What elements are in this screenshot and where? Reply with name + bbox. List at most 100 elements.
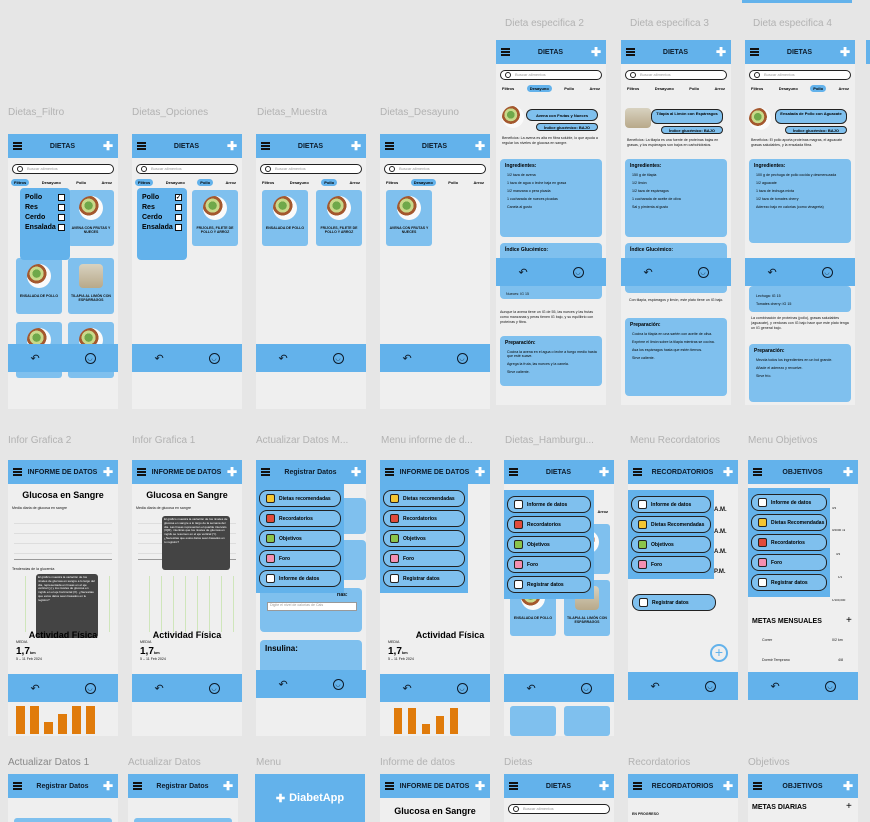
chip-pollo[interactable]: Pollo bbox=[197, 179, 214, 186]
menu-item[interactable]: Objetivos bbox=[507, 536, 591, 553]
user-icon[interactable]: ◡ bbox=[704, 680, 716, 692]
menu-icon[interactable] bbox=[633, 468, 642, 476]
dish-card[interactable]: ENSALADA DE POLLO bbox=[262, 190, 308, 246]
back-icon[interactable]: ↶ bbox=[278, 352, 287, 365]
menu-item[interactable]: Registrar datos bbox=[507, 576, 591, 593]
search-input[interactable]: Buscar alimentos bbox=[625, 70, 727, 80]
back-icon[interactable]: ↶ bbox=[154, 682, 163, 695]
back-icon[interactable]: ↶ bbox=[402, 352, 411, 365]
dish-card[interactable]: AVENA CON FRUTAS Y NUECES bbox=[386, 190, 432, 246]
menu-item[interactable]: Registrar datos bbox=[632, 594, 716, 611]
menu-item[interactable]: Foro bbox=[751, 554, 827, 571]
cross-icon[interactable]: ✚ bbox=[351, 140, 361, 152]
user-icon[interactable]: ◡ bbox=[208, 352, 220, 364]
chip-filtros[interactable]: Filtros bbox=[624, 85, 642, 92]
menu-icon[interactable] bbox=[509, 782, 518, 790]
menu-icon[interactable] bbox=[633, 782, 642, 790]
user-icon[interactable]: ◡ bbox=[84, 352, 96, 364]
chip-desayuno[interactable]: Desayuno bbox=[163, 179, 188, 186]
back-icon[interactable]: ↶ bbox=[278, 678, 287, 691]
user-icon[interactable]: ◡ bbox=[456, 352, 468, 364]
filter-option[interactable]: Res bbox=[25, 204, 65, 211]
search-input[interactable]: Buscar alimentos bbox=[260, 164, 362, 174]
user-icon[interactable]: ◡ bbox=[824, 680, 836, 692]
cross-icon[interactable]: ✚ bbox=[351, 466, 361, 478]
checkbox[interactable] bbox=[58, 204, 65, 211]
search-input[interactable]: Buscar alimentos bbox=[136, 164, 238, 174]
back-icon[interactable]: ↶ bbox=[518, 266, 527, 279]
menu-item[interactable]: Foro bbox=[259, 550, 341, 567]
menu-icon[interactable] bbox=[261, 468, 270, 476]
chip-filtros[interactable]: Filtros bbox=[259, 179, 277, 186]
dish-card[interactable]: TILAPIA AL LIMÓN CON ESPÁRRAGOS bbox=[68, 258, 114, 314]
user-icon[interactable]: ◡ bbox=[572, 266, 584, 278]
chip-arroz[interactable]: Arroz bbox=[836, 85, 852, 92]
filter-option[interactable]: Cerdo bbox=[142, 214, 182, 221]
dish-card[interactable]: ENSALADA DE POLLO bbox=[16, 258, 62, 314]
user-icon[interactable]: ◡ bbox=[208, 682, 220, 694]
user-icon[interactable]: ◡ bbox=[456, 682, 468, 694]
menu-icon[interactable] bbox=[261, 142, 270, 150]
checkbox[interactable] bbox=[58, 194, 65, 201]
cross-icon[interactable]: ✚ bbox=[103, 466, 113, 478]
back-icon[interactable]: ↶ bbox=[402, 682, 411, 695]
cross-icon[interactable]: ✚ bbox=[716, 46, 726, 58]
user-icon[interactable]: ◡ bbox=[332, 678, 344, 690]
menu-icon[interactable] bbox=[509, 468, 518, 476]
cross-icon[interactable]: ✚ bbox=[591, 46, 601, 58]
menu-item[interactable]: Dietas Recomendadas bbox=[631, 516, 711, 533]
search-input[interactable]: Buscar alimentos bbox=[384, 164, 486, 174]
chip-pollo[interactable]: Pollo bbox=[73, 179, 89, 186]
cross-icon[interactable]: ✚ bbox=[723, 466, 733, 478]
chip-pollo[interactable]: Pollo bbox=[445, 179, 461, 186]
cross-icon[interactable]: ✚ bbox=[723, 780, 733, 792]
chip-arroz[interactable]: Arroz bbox=[587, 85, 603, 92]
menu-item[interactable]: Informe de datos bbox=[751, 494, 827, 511]
chip-pollo[interactable]: Pollo bbox=[561, 85, 577, 92]
menu-item[interactable]: Foro bbox=[507, 556, 591, 573]
menu-icon[interactable] bbox=[137, 468, 146, 476]
menu-item[interactable]: Recordatorios bbox=[507, 516, 591, 533]
chip-filtros[interactable]: Filtros bbox=[135, 179, 154, 186]
menu-item[interactable]: Recordatorios bbox=[259, 510, 341, 527]
menu-item[interactable]: Objetivos bbox=[259, 530, 341, 547]
search-input[interactable]: Buscar alimentos bbox=[500, 70, 602, 80]
chip-pollo[interactable]: Pollo bbox=[810, 85, 827, 92]
cross-icon[interactable]: ✚ bbox=[227, 466, 237, 478]
menu-item[interactable]: Informe de datos bbox=[507, 496, 591, 513]
chip-desayuno[interactable]: Desayuno bbox=[652, 85, 677, 92]
chip-pollo[interactable]: Pollo bbox=[321, 179, 338, 186]
search-input[interactable]: Buscar alimentos bbox=[508, 804, 610, 814]
add-icon[interactable]: + bbox=[846, 615, 852, 626]
cross-icon[interactable]: ✚ bbox=[223, 780, 233, 792]
chip-pollo[interactable]: Pollo bbox=[686, 85, 702, 92]
filter-option[interactable]: Ensalada bbox=[142, 224, 182, 231]
checkbox[interactable] bbox=[175, 214, 182, 221]
user-icon[interactable]: ◡ bbox=[84, 682, 96, 694]
menu-item[interactable]: Recordatorios bbox=[751, 534, 827, 551]
cross-icon[interactable]: ✚ bbox=[599, 466, 609, 478]
chip-filtros[interactable]: Filtros bbox=[748, 85, 766, 92]
menu-item[interactable]: Dietas recomendadas bbox=[259, 490, 341, 507]
back-icon[interactable]: ↶ bbox=[154, 352, 163, 365]
chip-arroz[interactable]: Arroz bbox=[223, 179, 239, 186]
menu-item[interactable]: Dietas recomendadas bbox=[383, 490, 465, 507]
menu-icon[interactable] bbox=[753, 468, 762, 476]
checkbox-checked[interactable]: ✓ bbox=[175, 194, 182, 201]
back-icon[interactable]: ↶ bbox=[770, 680, 779, 693]
menu-icon[interactable] bbox=[626, 48, 635, 56]
filter-option[interactable]: Res bbox=[142, 204, 182, 211]
menu-icon[interactable] bbox=[385, 142, 394, 150]
chip-desayuno[interactable]: Desayuno bbox=[39, 179, 64, 186]
user-icon[interactable]: ◡ bbox=[697, 266, 709, 278]
dish-card[interactable]: FRIJOLES, FILETE DE POLLO Y ARROZ bbox=[192, 190, 238, 246]
menu-icon[interactable] bbox=[385, 468, 394, 476]
back-icon[interactable]: ↶ bbox=[30, 682, 39, 695]
menu-item[interactable]: Objetivos bbox=[631, 536, 711, 553]
cross-icon[interactable]: ✚ bbox=[475, 140, 485, 152]
menu-icon[interactable] bbox=[753, 782, 762, 790]
chip-arroz[interactable]: Arroz bbox=[471, 179, 487, 186]
filter-option[interactable]: Cerdo bbox=[25, 214, 65, 221]
chip-arroz[interactable]: Arroz bbox=[595, 508, 611, 515]
add-icon[interactable]: + bbox=[846, 801, 852, 812]
